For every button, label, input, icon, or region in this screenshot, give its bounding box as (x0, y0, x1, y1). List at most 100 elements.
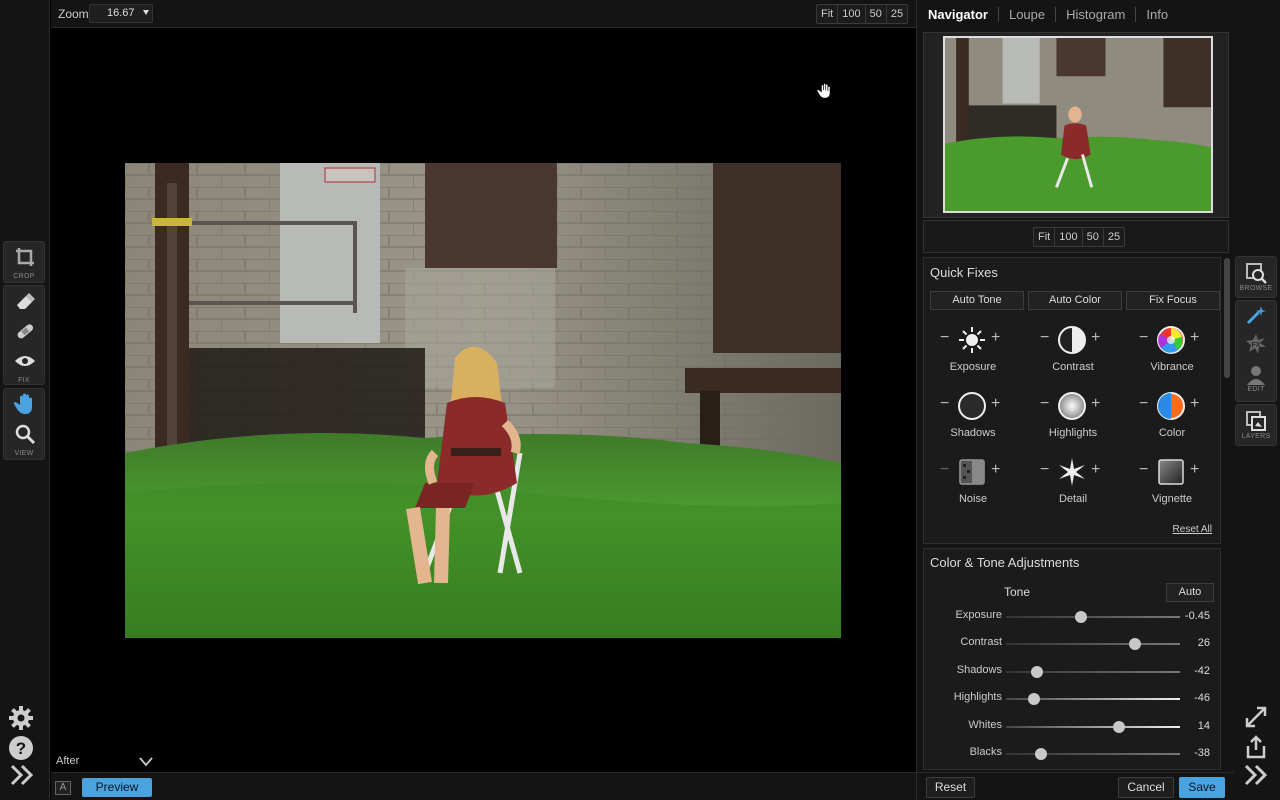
slider-knob[interactable] (1113, 720, 1126, 733)
slider-knob[interactable] (1074, 611, 1087, 623)
main-photo[interactable] (125, 163, 841, 638)
eye-button[interactable] (4, 346, 46, 376)
qf-contrast: − + Contrast (1028, 322, 1118, 382)
eraser-button[interactable] (4, 286, 46, 316)
minus-icon[interactable]: − (1040, 395, 1049, 413)
browse-button[interactable]: BROWSE (1236, 257, 1276, 297)
slider-knob[interactable] (1027, 693, 1040, 706)
slider-label: Contrast (960, 636, 1002, 649)
auto-tone-button[interactable]: Auto Tone (930, 291, 1024, 310)
minus-icon[interactable]: − (1040, 461, 1049, 479)
slider-track[interactable] (1006, 643, 1180, 646)
fx-button[interactable]: FX (1236, 329, 1276, 359)
right-panel: Navigator Loupe Histogram Info Fit 100 5… (916, 0, 1235, 800)
qf-label: Shadows (950, 427, 996, 439)
magnifier-icon (15, 424, 36, 445)
expand-left-button[interactable] (10, 764, 36, 789)
slider-knob[interactable] (1128, 638, 1141, 651)
slider-track[interactable] (1006, 616, 1180, 618)
bandage-button[interactable] (4, 316, 46, 346)
cancel-button[interactable]: Cancel (1118, 777, 1174, 798)
layers-label: LAYERS (1241, 433, 1271, 440)
qf-shadows: − + Shadows (928, 388, 1018, 448)
zoom-25-button[interactable]: 25 (887, 5, 907, 23)
qf-vibrance: − + Vibrance (1127, 322, 1217, 382)
plus-icon[interactable]: + (991, 329, 1000, 347)
slider-row-whites: Whites 14 (924, 719, 1220, 745)
nav-zoom-50-button[interactable]: 50 (1083, 228, 1104, 246)
layers-button[interactable]: LAYERS (1236, 405, 1276, 445)
minus-icon[interactable]: − (940, 395, 949, 413)
zoom-50-button[interactable]: 50 (866, 5, 887, 23)
crop-label: CROP (13, 273, 35, 280)
auto-tone-adjust-button[interactable]: Auto (1166, 583, 1214, 602)
plus-icon[interactable]: + (1190, 461, 1199, 479)
chevron-down-icon[interactable] (139, 757, 153, 767)
slider-value: -0.45 (1184, 610, 1210, 622)
fix-focus-button[interactable]: Fix Focus (1126, 291, 1220, 310)
crop-button[interactable] (4, 242, 46, 272)
fx-icon: FX (1246, 334, 1266, 354)
plus-icon[interactable]: + (991, 395, 1000, 413)
minus-icon[interactable]: − (1139, 329, 1148, 347)
nav-zoom-25-button[interactable]: 25 (1104, 228, 1124, 246)
preview-button[interactable]: Preview (82, 778, 152, 797)
navigator-thumbnail[interactable] (943, 36, 1213, 213)
contrast-icon (1058, 326, 1086, 354)
auto-color-button[interactable]: Auto Color (1028, 291, 1122, 310)
hand-icon (14, 393, 32, 414)
view-label: VIEW (14, 450, 34, 457)
plus-icon[interactable]: + (1091, 395, 1100, 413)
slider-track[interactable] (1006, 725, 1180, 728)
compare-badge[interactable]: A (55, 781, 71, 795)
zoom-tool-button[interactable] (4, 419, 46, 449)
slider-knob[interactable] (1031, 665, 1044, 678)
plus-icon[interactable]: + (1091, 329, 1100, 347)
qf-label: Exposure (949, 361, 997, 373)
tab-navigator[interactable]: Navigator (928, 7, 999, 22)
settings-button[interactable] (8, 705, 34, 734)
canvas-top-bar: Zoom 16.67 Fit 100 50 25 (51, 0, 916, 28)
plus-icon[interactable]: + (991, 461, 1000, 479)
tab-histogram[interactable]: Histogram (1066, 7, 1137, 22)
slider-label: Exposure (955, 609, 1002, 621)
gear-icon (9, 706, 33, 730)
tab-loupe[interactable]: Loupe (1009, 7, 1057, 22)
nav-zoom-100-button[interactable]: 100 (1055, 228, 1083, 246)
minus-icon[interactable]: − (1139, 461, 1148, 479)
minus-icon[interactable]: − (940, 461, 949, 479)
reset-all-link[interactable]: Reset All (1173, 524, 1212, 535)
help-button[interactable]: ? (8, 735, 34, 764)
plus-icon[interactable]: + (1190, 395, 1199, 413)
plus-icon[interactable]: + (1190, 329, 1199, 347)
navigator-zoom-buttons: Fit 100 50 25 (1033, 227, 1126, 247)
color-tone-section: Color & Tone Adjustments Tone Auto Expos… (923, 548, 1221, 770)
tab-info[interactable]: Info (1146, 7, 1178, 22)
crop-tool-group: CROP (3, 241, 45, 283)
color-wheel-icon (1157, 326, 1185, 354)
plus-icon[interactable]: + (1091, 461, 1100, 479)
zoom-100-button[interactable]: 100 (838, 5, 866, 23)
fullscreen-button[interactable] (1245, 706, 1267, 731)
canvas-zoom-buttons: Fit 100 50 25 (816, 4, 909, 24)
view-mode-label: After (56, 755, 80, 767)
browse-group: BROWSE (1235, 256, 1277, 298)
slider-track[interactable] (1006, 753, 1180, 755)
portrait-button[interactable]: EDIT (1236, 359, 1276, 399)
hand-tool-button[interactable] (4, 389, 46, 419)
save-button[interactable]: Save (1179, 777, 1225, 798)
minus-icon[interactable]: − (1040, 329, 1049, 347)
zoom-fit-button[interactable]: Fit (817, 5, 839, 23)
panel-scrollbar[interactable] (1224, 258, 1230, 378)
expand-right-button[interactable] (1244, 764, 1270, 789)
share-button[interactable] (1245, 735, 1267, 762)
reset-button[interactable]: Reset (926, 777, 975, 798)
navigator-zoom-row: Fit 100 50 25 (923, 220, 1229, 253)
effects-button[interactable] (1236, 301, 1276, 329)
slider-knob[interactable] (1034, 748, 1047, 760)
minus-icon[interactable]: − (1139, 395, 1148, 413)
crop-icon (16, 248, 34, 266)
color-tone-title: Color & Tone Adjustments (930, 555, 1080, 570)
minus-icon[interactable]: − (940, 329, 949, 347)
nav-zoom-fit-button[interactable]: Fit (1034, 228, 1056, 246)
